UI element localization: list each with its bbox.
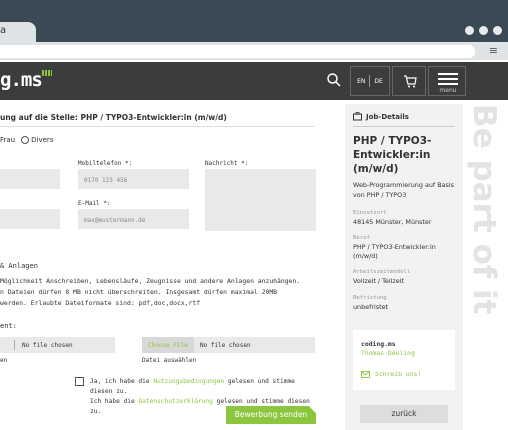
term-value: unbefristet [353, 303, 389, 311]
location-value: 48145 Münster, Münster [353, 218, 432, 226]
search-icon[interactable] [326, 72, 342, 88]
mail-icon [361, 370, 370, 378]
cart-icon [404, 75, 417, 88]
message-label: Nachricht *: [205, 160, 249, 167]
form-title: ung auf die Stelle: PHP / TYPO3-Entwickl… [0, 113, 227, 122]
upload-label: ent: [0, 322, 17, 330]
cart-button[interactable] [392, 66, 426, 96]
consent-part: Ja, ich habe die [90, 378, 154, 385]
divider [353, 126, 455, 127]
window-dot-icon[interactable] [465, 26, 474, 35]
firstname-field[interactable] [0, 169, 60, 189]
contact-person[interactable]: Thomas Deuling [361, 349, 415, 357]
terms-link[interactable]: Nutzungsbedingungen [153, 378, 224, 385]
write-us-link[interactable]: Schreib uns! [361, 370, 421, 378]
consent-part: Ich habe die [90, 398, 139, 405]
mobile-label: Mobiltelefon *: [78, 160, 133, 167]
choose-file-button[interactable]: Choose File [142, 337, 194, 353]
side-slogan-text: Be part of it [466, 104, 502, 315]
attachments-line: werden. Erlaubte Dateiformate sind: pdf,… [0, 299, 201, 307]
file-input-1[interactable]: No file chosen [0, 337, 115, 353]
job-subtitle: Web-Programmierung auf Basis von PHP / T… [353, 181, 454, 199]
attachments-line: n Dateien dürfen 8 MB nicht überschreite… [0, 288, 278, 296]
submit-button[interactable]: Bewerbung senden [226, 406, 316, 424]
lastname-field[interactable] [0, 209, 60, 229]
term-label: Befristung [353, 295, 387, 301]
model-label: Arbeitszeitmodell [353, 269, 411, 275]
window-dot-icon[interactable] [479, 26, 488, 35]
job-label: Beruf [353, 235, 370, 241]
menu-bar-icon [438, 78, 458, 80]
write-us-label: Schreib uns! [375, 370, 422, 378]
window-controls [465, 26, 502, 35]
email-label: E-Mail *: [78, 200, 111, 207]
lang-de[interactable]: DE [374, 78, 382, 85]
attachments-line: Möglichkeit Anschreiben, Lebensläufe, Ze… [0, 277, 301, 285]
job-details-header: Job-Details [353, 112, 409, 121]
job-details-heading: Job-Details [366, 112, 409, 121]
file-status: No file chosen [200, 342, 251, 349]
window-dot-icon[interactable] [493, 26, 502, 35]
divider [0, 126, 315, 127]
divider [369, 75, 371, 87]
hamburger-icon[interactable]: ≡ [489, 44, 498, 57]
email-field[interactable]: max@mustermann.de [78, 209, 189, 229]
privacy-link[interactable]: Datenschutzerklärung [138, 398, 213, 405]
language-switcher: EN DE [350, 66, 390, 96]
radio-divers[interactable] [21, 136, 30, 144]
site-header: g.ms EN DE menu [0, 62, 508, 100]
email-placeholder: max@mustermann.de [84, 217, 146, 224]
attachments-heading: & Anlagen [0, 262, 38, 270]
menu-bar-icon [438, 73, 458, 75]
browser-titlebar: a [0, 0, 508, 42]
job-title: PHP / TYPO3-Entwickler:in (m/w/d) [353, 135, 432, 175]
file-status: No file chosen [22, 342, 73, 349]
job-details-panel: Job-Details PHP / TYPO3-Entwickler:in (m… [345, 104, 463, 430]
side-slogan: Be part of it [466, 104, 508, 344]
menu-bar-icon [438, 83, 458, 85]
radio-label-frau: Frau [0, 136, 16, 144]
mobile-field[interactable]: 0170 123 456 [78, 169, 189, 189]
lang-en[interactable]: EN [357, 78, 365, 85]
contact-card: coding.ms Thomas Deuling Schreib uns! [353, 330, 455, 390]
company-name: coding.ms [361, 340, 396, 348]
briefcase-icon [353, 112, 362, 121]
file-hint: Datei auswählen [142, 357, 197, 364]
back-button[interactable]: zurück [360, 405, 448, 423]
file-input-2[interactable]: Choose File No file chosen [142, 337, 315, 353]
menu-label: menu [439, 87, 457, 94]
job-value: PHP / TYPO3-Entwickler:in (m/w/d) [353, 243, 436, 260]
url-input[interactable] [0, 45, 475, 58]
browser-tab-label: a [0, 25, 7, 36]
location-label: Einsatzort [353, 210, 387, 216]
divider [14, 340, 15, 350]
consent-checkbox[interactable] [75, 377, 84, 386]
salutation-group: Frau Divers [0, 136, 53, 144]
logo-dots-icon [42, 70, 52, 76]
message-field[interactable] [205, 169, 316, 231]
attachments-text: Möglichkeit Anschreiben, Lebensläufe, Ze… [0, 276, 318, 309]
model-value: Vollzeit / Teilzeit [353, 277, 404, 285]
file-hint: en [0, 357, 8, 364]
radio-label-divers: Divers [31, 136, 54, 144]
site-logo[interactable]: g.ms [0, 69, 43, 91]
address-bar: ≡ [0, 42, 508, 60]
mobile-placeholder: 0170 123 456 [84, 177, 128, 184]
menu-button[interactable]: menu [428, 66, 466, 96]
